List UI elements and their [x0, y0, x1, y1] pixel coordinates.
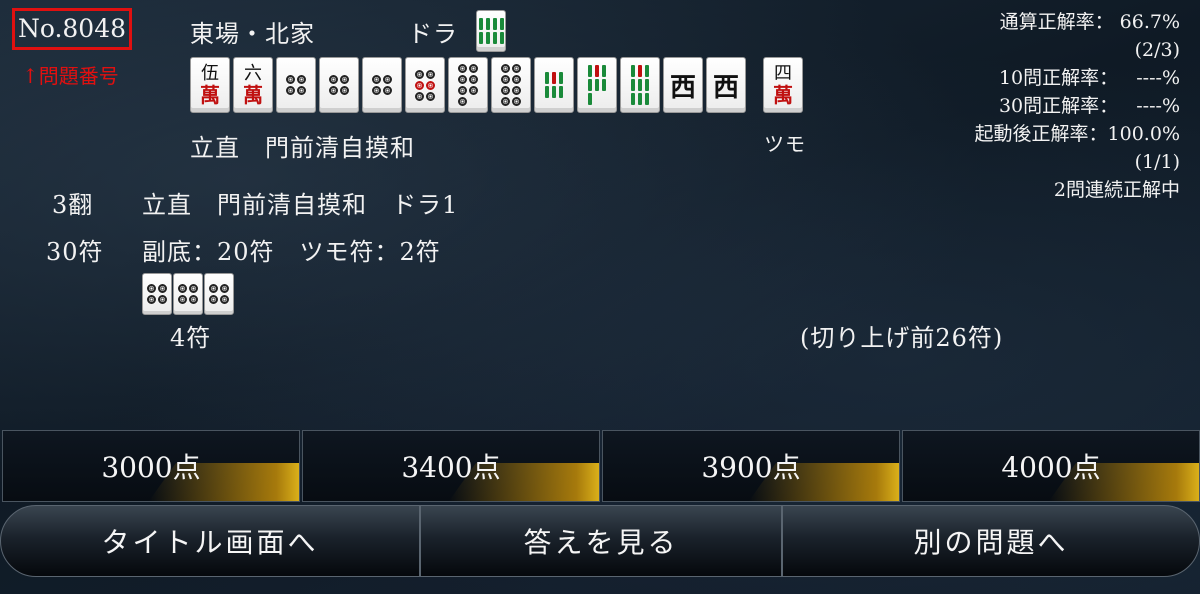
winning-tile: 四萬 — [763, 57, 803, 113]
pin-tile — [362, 57, 402, 113]
title-screen-label: タイトル画面へ — [101, 526, 319, 559]
answer-label: 4000点 — [1001, 451, 1101, 484]
sou-tile — [577, 57, 617, 113]
scoring-yaku-list: 立直 門前清自摸和 ドラ1 — [142, 191, 459, 219]
answer-button-3[interactable]: 3900点 — [602, 430, 900, 502]
dora-indicator-tile — [476, 10, 506, 52]
honor-tile: 西 — [663, 57, 703, 113]
problem-number-label: ↑問題番号 — [22, 64, 119, 88]
show-answer-button[interactable]: 答えを見る — [420, 505, 782, 577]
meld-tiles — [142, 273, 236, 315]
title-screen-button[interactable]: タイトル画面へ — [0, 505, 420, 577]
han-count: 3翻 — [52, 191, 94, 219]
last10-rate-label: 10問正解率： — [998, 67, 1119, 89]
dora-label: ドラ — [408, 20, 458, 48]
sou-tile — [620, 57, 660, 113]
answer-button-4[interactable]: 4000点 — [902, 430, 1200, 502]
man-tile: 伍萬 — [190, 57, 230, 113]
pin-tile — [491, 57, 531, 113]
honor-tile: 西 — [706, 57, 746, 113]
pin-tile — [405, 57, 445, 113]
pre-round-fu: (切り上げ前26符) — [800, 324, 1004, 352]
answer-label: 3000点 — [101, 451, 201, 484]
last30-rate-value: ----% — [1136, 95, 1180, 117]
meld-tile-4pin — [204, 273, 234, 315]
meld-tile-4pin — [173, 273, 203, 315]
sou-tile — [534, 57, 574, 113]
meld-tile-4pin — [142, 273, 172, 315]
answer-button-1[interactable]: 3000点 — [2, 430, 300, 502]
next-problem-label: 別の問題へ — [913, 526, 1069, 559]
pin-tile — [448, 57, 488, 113]
pin-tile — [319, 57, 359, 113]
streak-text: 2問連続正解中 — [1053, 179, 1180, 201]
answer-label: 3400点 — [401, 451, 501, 484]
win-type: ツモ — [764, 132, 806, 156]
next-problem-button[interactable]: 別の問題へ — [782, 505, 1200, 577]
fu-breakdown: 副底：20符 ツモ符：2符 — [142, 238, 441, 266]
answer-button-2[interactable]: 3400点 — [302, 430, 600, 502]
total-rate-value: 66.7% — [1119, 11, 1180, 33]
session-rate-fraction: (1/1) — [1134, 151, 1180, 173]
fu-count: 30符 — [46, 238, 104, 266]
hand-tiles: 伍萬六萬 西西 — [190, 57, 790, 115]
stats-panel: 通算正解率： 66.7% (2/3) 10問正解率： ----% 30問正解率：… — [975, 8, 1180, 204]
last10-rate-value: ----% — [1136, 67, 1180, 89]
problem-number: No.8048 — [12, 8, 132, 50]
session-rate-value: 100.0% — [1107, 123, 1180, 145]
last30-rate-label: 30問正解率： — [998, 95, 1119, 117]
winning-tile-slot: 四萬 — [763, 57, 803, 115]
session-rate-label: 起動後正解率： — [974, 123, 1108, 145]
total-rate-label: 通算正解率： — [999, 11, 1114, 33]
meld-fu: 4符 — [170, 324, 212, 352]
hand-yaku-text: 立直 門前清自摸和 — [190, 134, 415, 162]
seat-wind-label: 東場・北家 — [190, 20, 315, 48]
pin-tile — [276, 57, 316, 113]
man-tile: 六萬 — [233, 57, 273, 113]
show-answer-label: 答えを見る — [523, 526, 679, 559]
answer-label: 3900点 — [701, 451, 801, 484]
total-rate-fraction: (2/3) — [1134, 39, 1180, 61]
